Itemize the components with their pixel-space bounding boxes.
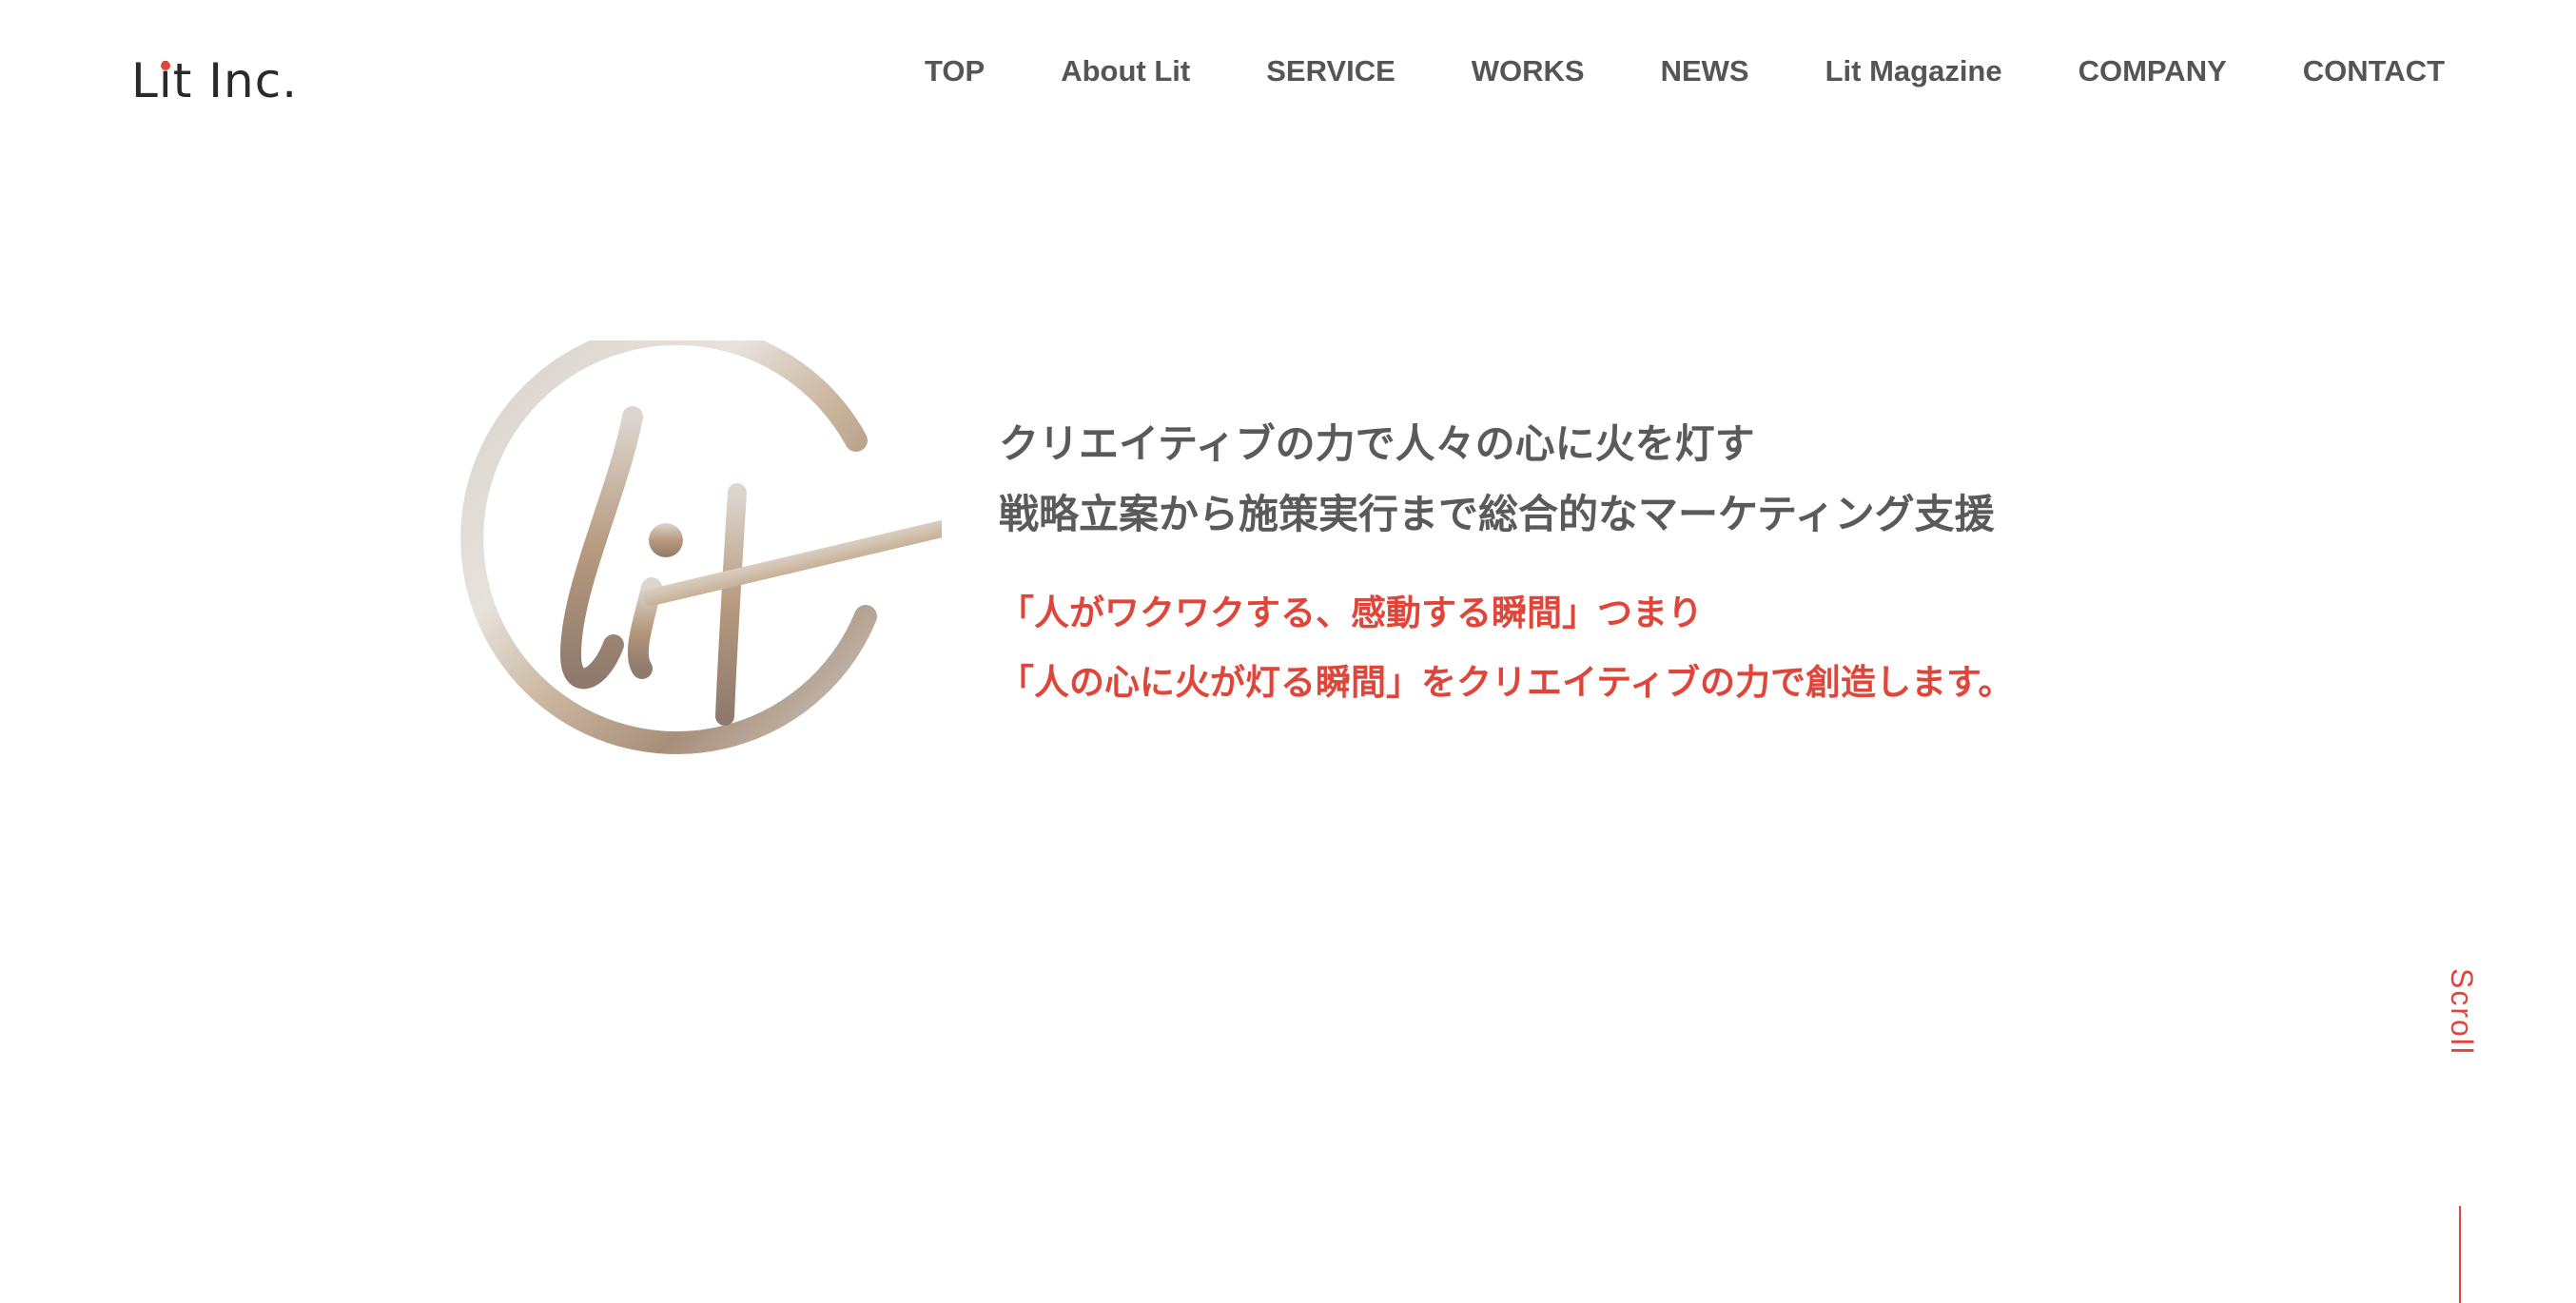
scroll-indicator-label[interactable]: Scroll xyxy=(2443,968,2481,1056)
logo-letter-l: L xyxy=(131,53,159,108)
hero-tagline: 「人がワクワクする、感動する瞬間」つまり 「人の心に火が灯る瞬間」をクリエイティ… xyxy=(999,578,2235,717)
site-header: Lit Inc. TOP About Lit SERVICE WORKS NEW… xyxy=(0,0,2576,143)
hero-tagline-line-1: 「人がワクワクする、感動する瞬間」つまり xyxy=(999,593,1703,632)
logo-letter-i: i xyxy=(159,57,173,105)
emblem-i-dot xyxy=(649,523,683,557)
page: Lit Inc. TOP About Lit SERVICE WORKS NEW… xyxy=(0,0,2576,1303)
nav-item-lit-magazine[interactable]: Lit Magazine xyxy=(1825,48,2002,95)
scroll-indicator-line xyxy=(2459,1206,2461,1303)
nav-item-top[interactable]: TOP xyxy=(925,48,985,95)
lit-emblem-image xyxy=(460,340,942,754)
nav-item-company[interactable]: COMPANY xyxy=(2078,48,2227,95)
site-logo[interactable]: Lit Inc. xyxy=(131,38,298,105)
hero-headline-line-1: クリエイティブの力で人々の心に火を灯す xyxy=(999,421,1755,466)
emblem-letter-t-bar xyxy=(643,520,942,606)
nav-item-works[interactable]: WORKS xyxy=(1472,48,1585,95)
nav-item-contact[interactable]: CONTACT xyxy=(2303,48,2445,95)
nav-item-about-lit[interactable]: About Lit xyxy=(1061,48,1190,95)
hero-text: クリエイティブの力で人々の心に火を灯す 戦略立案から施策実行まで総合的なマーケテ… xyxy=(999,409,2235,717)
hero-headline-line-2: 戦略立案から施策実行まで総合的なマーケティング支援 xyxy=(999,492,1995,536)
logo-rest: t Inc. xyxy=(172,53,299,108)
emblem-letter-l xyxy=(559,406,643,690)
nav-item-news[interactable]: NEWS xyxy=(1661,48,1749,95)
main-nav: TOP About Lit SERVICE WORKS NEWS Lit Mag… xyxy=(925,48,2445,95)
nav-item-service[interactable]: SERVICE xyxy=(1266,48,1395,95)
hero-headline: クリエイティブの力で人々の心に火を灯す 戦略立案から施策実行まで総合的なマーケテ… xyxy=(999,409,2235,550)
hero-tagline-line-2: 「人の心に火が灯る瞬間」をクリエイティブの力で創造します。 xyxy=(999,663,2014,702)
emblem-letter-t-stem xyxy=(715,483,747,726)
